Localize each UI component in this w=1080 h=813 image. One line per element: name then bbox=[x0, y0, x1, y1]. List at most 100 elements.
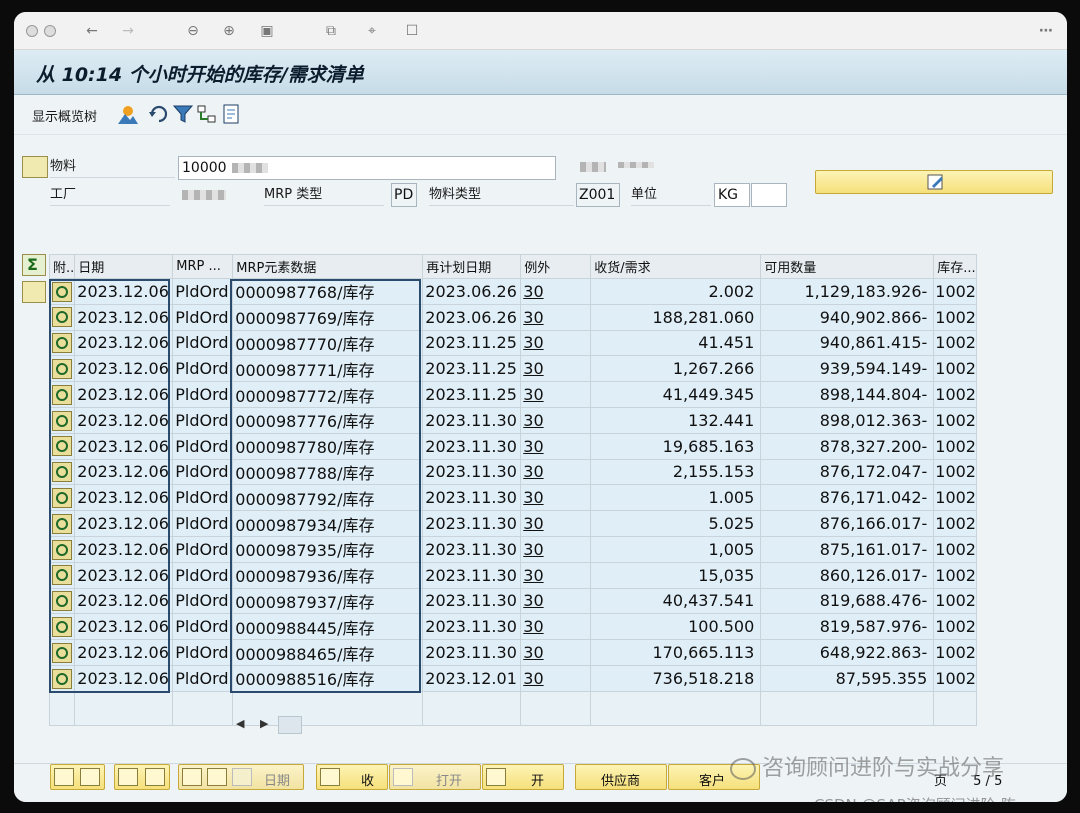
open-period-button[interactable]: 开 bbox=[482, 764, 564, 790]
forward-arrow-icon[interactable]: → bbox=[118, 21, 138, 41]
column-header-attachment[interactable]: 附.. bbox=[48, 254, 76, 279]
cell-exception[interactable]: 30 bbox=[520, 406, 592, 434]
fit-page-icon[interactable]: ▣ bbox=[257, 21, 277, 41]
column-header-reschedule-date[interactable]: 再计划日期 bbox=[422, 254, 522, 279]
filter-icon[interactable] bbox=[172, 103, 194, 125]
column-header-mrp-element[interactable]: MRP元素数据 bbox=[232, 254, 424, 279]
horizontal-scroller[interactable]: ◀ ▶ bbox=[236, 716, 316, 734]
expand-collapse-button[interactable] bbox=[114, 764, 170, 790]
cell-exception[interactable]: 30 bbox=[520, 535, 592, 563]
cell-exception[interactable]: 30 bbox=[520, 664, 592, 692]
magnifier-icon[interactable] bbox=[52, 488, 73, 509]
minimize-window-button[interactable] bbox=[44, 25, 56, 37]
magnifier-icon[interactable] bbox=[52, 462, 73, 483]
magnifier-icon[interactable] bbox=[52, 307, 73, 328]
material-icon[interactable] bbox=[22, 156, 48, 178]
row-icon-cell[interactable] bbox=[48, 613, 76, 641]
table-row[interactable]: 2023.12.06 PldOrd 0000987937/库存 2023.11.30 3… bbox=[48, 587, 977, 615]
cell-exception[interactable]: 30 bbox=[520, 278, 592, 305]
row-icon-cell[interactable] bbox=[48, 381, 76, 408]
magnifier-icon[interactable] bbox=[52, 384, 73, 405]
cell-exception[interactable]: 30 bbox=[520, 510, 592, 537]
sum-icon[interactable]: Σ bbox=[22, 254, 46, 276]
row-icon-cell[interactable] bbox=[48, 561, 76, 589]
row-icon-cell[interactable] bbox=[48, 432, 76, 460]
table-row[interactable]: 2023.12.06 PldOrd 0000987776/库存 2023.11.30 3… bbox=[48, 406, 977, 434]
table-row[interactable]: 2023.12.06 PldOrd 0000987934/库存 2023.11.30 3… bbox=[48, 510, 977, 537]
row-icon-cell[interactable] bbox=[48, 278, 76, 305]
back-arrow-icon[interactable]: ← bbox=[82, 21, 102, 41]
magnifier-icon[interactable] bbox=[52, 539, 73, 560]
zoom-in-icon[interactable]: ⊕ bbox=[219, 21, 239, 41]
vendor-button[interactable]: 供应商 bbox=[575, 764, 667, 790]
magnifier-icon[interactable] bbox=[52, 668, 73, 689]
landscape-icon[interactable] bbox=[117, 103, 139, 125]
cell-exception[interactable]: 30 bbox=[520, 432, 592, 460]
row-icon-cell[interactable] bbox=[48, 329, 76, 357]
cell-exception[interactable]: 30 bbox=[520, 587, 592, 615]
table-row[interactable]: 2023.12.06 PldOrd 0000987936/库存 2023.11.30 3… bbox=[48, 561, 977, 589]
document-icon[interactable] bbox=[220, 103, 242, 125]
magnifier-icon[interactable] bbox=[52, 359, 73, 380]
date-button[interactable]: 日期 bbox=[178, 764, 304, 790]
table-row[interactable]: 2023.12.06 PldOrd 0000988465/库存 2023.11.30 3… bbox=[48, 639, 977, 666]
row-icon-cell[interactable] bbox=[48, 535, 76, 563]
refresh-icon[interactable] bbox=[148, 103, 170, 125]
edit-button[interactable] bbox=[815, 170, 1053, 194]
column-header-date[interactable]: 日期 bbox=[74, 254, 174, 279]
column-header-receipt-requirement[interactable]: 收货/需求 bbox=[590, 254, 762, 279]
scroll-thumb[interactable] bbox=[278, 716, 302, 734]
row-icon-cell[interactable] bbox=[48, 664, 76, 692]
column-header-exception[interactable]: 例外 bbox=[520, 254, 592, 279]
magnifier-icon[interactable] bbox=[52, 333, 73, 354]
row-icon-cell[interactable] bbox=[48, 587, 76, 615]
table-row[interactable]: 2023.12.06 PldOrd 0000987769/库存 2023.06.26 3… bbox=[48, 303, 977, 331]
table-row[interactable]: 2023.12.06 PldOrd 0000987771/库存 2023.11.25 3… bbox=[48, 355, 977, 383]
cell-exception[interactable]: 30 bbox=[520, 355, 592, 383]
copy-icon[interactable]: ⧉ bbox=[321, 21, 341, 41]
cell-exception[interactable]: 30 bbox=[520, 458, 592, 486]
table-row[interactable]: 2023.12.06 PldOrd 0000987770/库存 2023.11.25 3… bbox=[48, 329, 977, 357]
row-icon-cell[interactable] bbox=[48, 484, 76, 512]
crop-icon[interactable]: ⌖ bbox=[362, 21, 382, 41]
show-tree-button[interactable]: 显示概览树 bbox=[32, 106, 97, 125]
magnifier-icon[interactable] bbox=[52, 565, 73, 586]
cell-exception[interactable]: 30 bbox=[520, 303, 592, 331]
cell-exception[interactable]: 30 bbox=[520, 329, 592, 357]
table-row[interactable]: 2023.12.06 PldOrd 0000987792/库存 2023.11.30 3… bbox=[48, 484, 977, 512]
magnifier-icon[interactable] bbox=[52, 513, 73, 534]
row-icon-cell[interactable] bbox=[48, 355, 76, 383]
scroll-left-icon[interactable]: ◀ bbox=[236, 717, 244, 730]
magnifier-icon[interactable] bbox=[52, 642, 73, 663]
table-row[interactable]: 2023.12.06 PldOrd 0000987768/库存 2023.06.26 3… bbox=[48, 278, 977, 305]
column-header-mrp[interactable]: MRP ... bbox=[172, 254, 234, 279]
close-window-button[interactable] bbox=[26, 25, 38, 37]
row-icon-cell[interactable] bbox=[48, 406, 76, 434]
cell-exception[interactable]: 30 bbox=[520, 613, 592, 641]
detail-icon[interactable] bbox=[22, 281, 46, 303]
row-icon-cell[interactable] bbox=[48, 458, 76, 486]
scroll-right-icon[interactable]: ▶ bbox=[260, 717, 268, 730]
zoom-out-icon[interactable]: ⊖ bbox=[183, 21, 203, 41]
row-icon-cell[interactable] bbox=[48, 639, 76, 666]
magnifier-icon[interactable] bbox=[52, 410, 73, 431]
row-icon-cell[interactable] bbox=[48, 510, 76, 537]
display-change-button[interactable] bbox=[50, 764, 105, 790]
row-icon-cell[interactable] bbox=[48, 303, 76, 331]
table-row[interactable]: 2023.12.06 PldOrd 0000987780/库存 2023.11.30 3… bbox=[48, 432, 977, 460]
table-row[interactable]: 2023.12.06 PldOrd 0000988516/库存 2023.12.01 3… bbox=[48, 664, 977, 692]
cell-exception[interactable]: 30 bbox=[520, 561, 592, 589]
receipt-button[interactable]: 收 bbox=[316, 764, 388, 790]
magnifier-icon[interactable] bbox=[52, 617, 73, 637]
share-icon[interactable]: ☐ bbox=[402, 21, 422, 41]
magnifier-icon[interactable] bbox=[52, 281, 73, 302]
table-row[interactable]: 2023.12.06 PldOrd 0000987788/库存 2023.11.30 3… bbox=[48, 458, 977, 486]
column-header-storage[interactable]: 库存... bbox=[933, 254, 977, 279]
hierarchy-icon[interactable] bbox=[196, 103, 218, 125]
more-menu-icon[interactable]: ⋯ bbox=[1036, 21, 1056, 41]
cell-exception[interactable]: 30 bbox=[520, 639, 592, 666]
table-row[interactable]: 2023.12.06 PldOrd 0000988445/库存 2023.11.30 3… bbox=[48, 613, 977, 641]
open-button[interactable]: 打开 bbox=[389, 764, 481, 790]
cell-exception[interactable]: 30 bbox=[520, 484, 592, 512]
cell-exception[interactable]: 30 bbox=[520, 381, 592, 408]
